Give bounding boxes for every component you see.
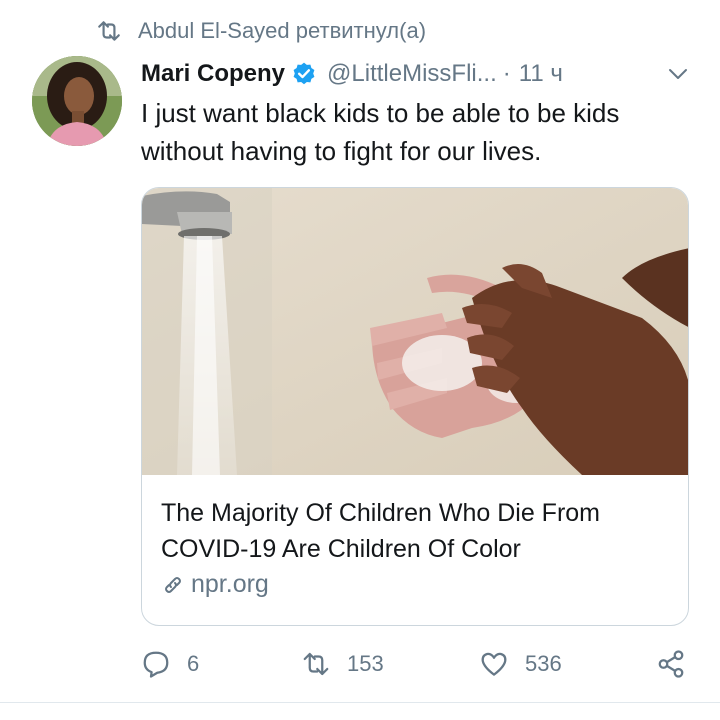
tweet[interactable]: Abdul El-Sayed ретвитнул(а) Mari Copeny … xyxy=(0,0,720,720)
card-title: The Majority Of Children Who Die From CO… xyxy=(161,499,601,563)
retweet-icon xyxy=(303,652,329,676)
tweet-text: I just want black kids to be able to be … xyxy=(141,98,620,166)
link-icon xyxy=(165,576,181,593)
retweet-count: 153 xyxy=(347,651,384,676)
retweet-icon xyxy=(98,21,120,41)
avatar-image xyxy=(32,56,122,146)
heart-icon xyxy=(481,652,507,676)
retweet-button[interactable]: 153 xyxy=(301,644,384,684)
chevron-down-icon[interactable] xyxy=(666,62,690,86)
verified-badge-icon xyxy=(293,62,315,85)
separator-dot: · xyxy=(502,60,511,87)
divider xyxy=(0,702,720,703)
author-name[interactable]: Mari Copeny xyxy=(141,60,285,88)
tweet-actions: 6 153 536 xyxy=(141,644,701,684)
author-handle[interactable]: @LittleMissFli... xyxy=(327,60,497,88)
card-image xyxy=(142,188,688,475)
like-count: 536 xyxy=(525,651,562,676)
link-card[interactable]: The Majority Of Children Who Die From CO… xyxy=(141,187,689,626)
avatar[interactable] xyxy=(32,56,122,146)
tweet-timestamp[interactable]: 11 ч xyxy=(519,60,563,88)
card-domain: npr.org xyxy=(161,570,269,599)
reply-button[interactable]: 6 xyxy=(141,644,199,684)
reply-count: 6 xyxy=(187,651,200,676)
retweet-context-text: Abdul El-Sayed ретвитнул(а) xyxy=(138,18,427,43)
tweet-header: Mari Copeny @LittleMissFli... · 11 ч xyxy=(141,56,701,92)
retweet-context[interactable]: Abdul El-Sayed ретвитнул(а) xyxy=(96,18,426,44)
reply-icon xyxy=(143,651,169,678)
card-domain-text: npr.org xyxy=(191,570,269,598)
like-button[interactable]: 536 xyxy=(479,644,562,684)
share-icon xyxy=(658,650,684,678)
share-button[interactable] xyxy=(656,644,686,684)
